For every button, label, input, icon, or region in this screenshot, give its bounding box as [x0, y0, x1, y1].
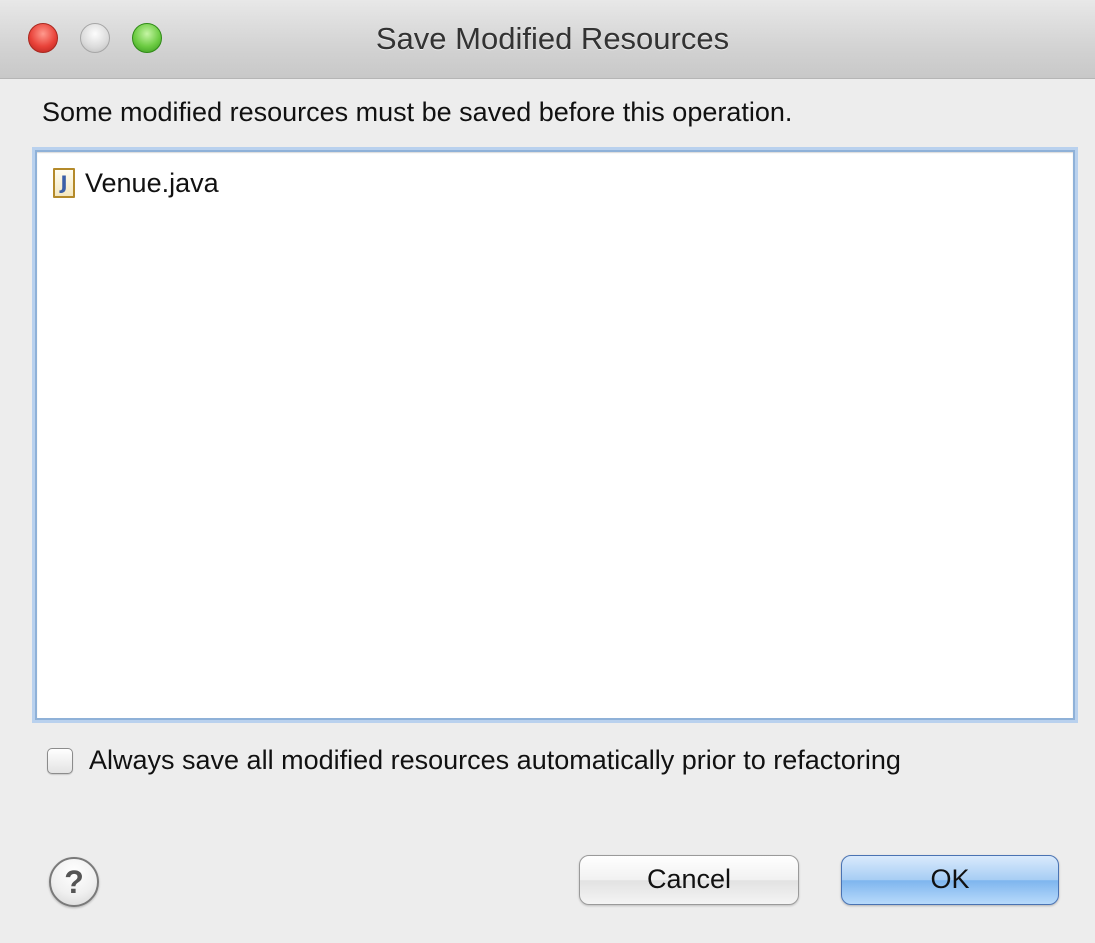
- resource-name: Venue.java: [85, 167, 219, 198]
- window-title: Save Modified Resources: [375, 21, 730, 56]
- java-file-icon-glyph: J: [60, 172, 68, 194]
- help-icon[interactable]: ?: [49, 857, 99, 907]
- always-save-option[interactable]: Always save all modified resources autom…: [47, 745, 901, 776]
- title-bar[interactable]: Save Modified Resources: [0, 0, 1095, 79]
- java-file-icon: J: [53, 168, 75, 198]
- list-item[interactable]: J Venue.java: [53, 166, 219, 200]
- always-save-label[interactable]: Always save all modified resources autom…: [89, 745, 901, 776]
- resources-list[interactable]: J Venue.java: [35, 150, 1075, 720]
- dialog-message: Some modified resources must be saved be…: [42, 97, 793, 127]
- save-modified-resources-dialog: Save Modified Resources Some modified re…: [0, 0, 1095, 943]
- cancel-button[interactable]: Cancel: [579, 855, 799, 905]
- always-save-checkbox[interactable]: [47, 747, 73, 774]
- ok-button[interactable]: OK: [841, 855, 1059, 905]
